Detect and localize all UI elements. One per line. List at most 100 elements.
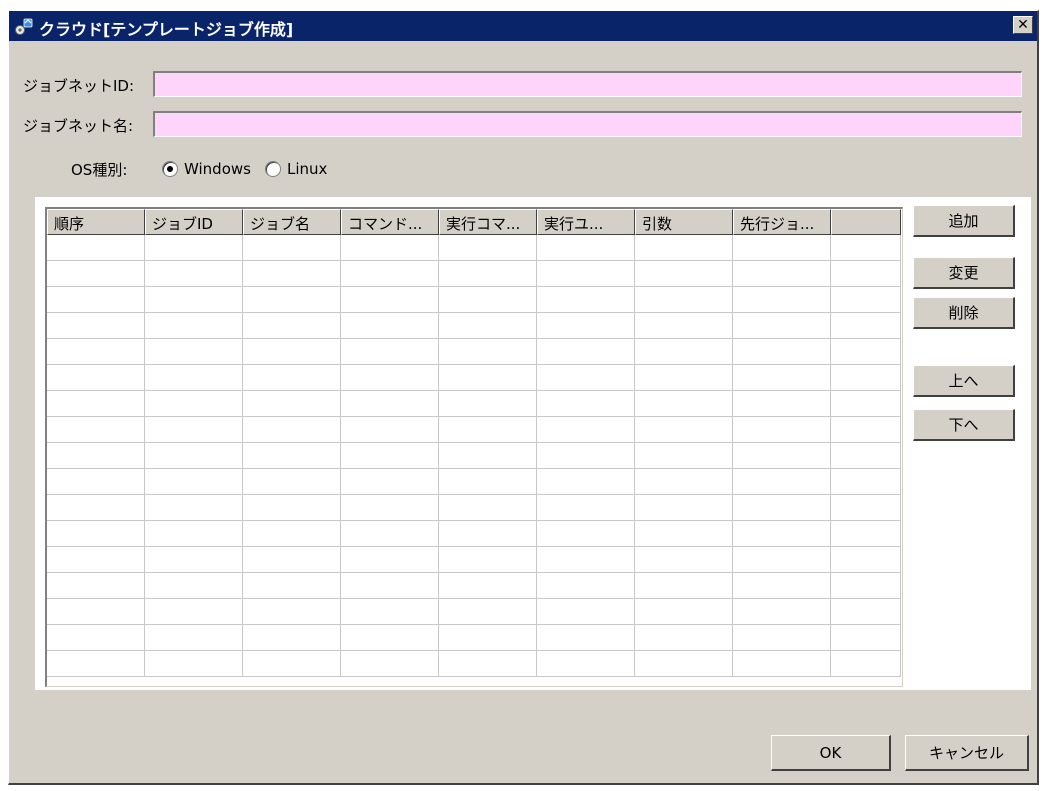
table-cell — [145, 599, 243, 625]
cancel-button[interactable]: キャンセル — [905, 735, 1029, 771]
table-cell — [733, 313, 831, 339]
table-cell — [341, 625, 439, 651]
table-cell — [635, 469, 733, 495]
table-row[interactable] — [47, 391, 902, 417]
table-cell — [47, 573, 145, 599]
jobnet-id-input[interactable] — [153, 71, 1022, 97]
jobnet-name-input[interactable] — [153, 111, 1022, 137]
delete-button[interactable]: 削除 — [913, 297, 1015, 329]
table-row[interactable] — [47, 339, 902, 365]
column-header-extra[interactable] — [831, 209, 901, 235]
table-row[interactable] — [47, 287, 902, 313]
table-cell — [243, 547, 341, 573]
table-cell — [831, 339, 901, 365]
table-cell — [47, 443, 145, 469]
table-header: 順序 ジョブID ジョブ名 コマンド... 実行コマ... 実行ユ... 引数 … — [47, 209, 902, 235]
table-cell — [47, 599, 145, 625]
table-row[interactable] — [47, 365, 902, 391]
table-cell — [145, 365, 243, 391]
table-body — [47, 235, 902, 677]
table-cell — [243, 495, 341, 521]
os-windows-radio[interactable] — [162, 160, 178, 177]
table-row[interactable] — [47, 651, 902, 677]
table-row[interactable] — [47, 235, 902, 261]
job-table[interactable]: 順序 ジョブID ジョブ名 コマンド... 実行コマ... 実行ユ... 引数 … — [45, 207, 903, 687]
os-linux-radio[interactable] — [264, 160, 281, 177]
table-cell — [733, 339, 831, 365]
table-cell — [733, 469, 831, 495]
table-cell — [439, 235, 537, 261]
os-type-radio-group: Windows Linux — [162, 159, 341, 178]
table-cell — [733, 495, 831, 521]
table-cell — [243, 287, 341, 313]
table-row[interactable] — [47, 547, 902, 573]
table-cell — [341, 469, 439, 495]
table-cell — [635, 313, 733, 339]
dialog-window: クラウド[テンプレートジョブ作成] ✕ ジョブネットID: ジョブネット名: O… — [8, 10, 1039, 785]
table-cell — [439, 339, 537, 365]
table-row[interactable] — [47, 521, 902, 547]
table-cell — [831, 443, 901, 469]
table-cell — [145, 339, 243, 365]
modify-button[interactable]: 変更 — [913, 257, 1015, 289]
table-cell — [635, 573, 733, 599]
table-cell — [733, 599, 831, 625]
table-row[interactable] — [47, 443, 902, 469]
table-cell — [341, 417, 439, 443]
table-row[interactable] — [47, 469, 902, 495]
table-cell — [537, 417, 635, 443]
table-cell — [341, 235, 439, 261]
table-row[interactable] — [47, 599, 902, 625]
column-header-exec-command[interactable]: 実行コマ... — [439, 209, 537, 235]
table-cell — [831, 235, 901, 261]
table-cell — [831, 651, 901, 677]
table-cell — [341, 261, 439, 287]
table-cell — [243, 313, 341, 339]
ok-button[interactable]: OK — [771, 735, 891, 771]
table-cell — [243, 625, 341, 651]
column-header-order[interactable]: 順序 — [47, 209, 145, 235]
column-header-exec-user[interactable]: 実行ユ... — [537, 209, 635, 235]
table-cell — [831, 313, 901, 339]
table-cell — [635, 521, 733, 547]
table-row[interactable] — [47, 495, 902, 521]
table-cell — [243, 235, 341, 261]
table-cell — [635, 365, 733, 391]
os-windows-label[interactable]: Windows — [184, 160, 251, 178]
column-header-preceding-job[interactable]: 先行ジョ... — [733, 209, 831, 235]
move-up-button[interactable]: 上へ — [913, 365, 1015, 397]
column-header-arguments[interactable]: 引数 — [635, 209, 733, 235]
table-row[interactable] — [47, 261, 902, 287]
column-header-job-name[interactable]: ジョブ名 — [243, 209, 341, 235]
table-cell — [145, 625, 243, 651]
table-cell — [47, 261, 145, 287]
title-bar[interactable]: クラウド[テンプレートジョブ作成] ✕ — [9, 11, 1037, 41]
table-cell — [831, 625, 901, 651]
table-cell — [243, 521, 341, 547]
os-linux-label[interactable]: Linux — [287, 160, 327, 178]
table-cell — [47, 235, 145, 261]
table-row[interactable] — [47, 417, 902, 443]
table-cell — [47, 521, 145, 547]
table-cell — [341, 573, 439, 599]
table-cell — [243, 651, 341, 677]
table-cell — [439, 573, 537, 599]
table-cell — [733, 235, 831, 261]
move-down-button[interactable]: 下へ — [913, 409, 1015, 441]
table-cell — [145, 443, 243, 469]
close-button[interactable]: ✕ — [1013, 16, 1033, 34]
column-header-command[interactable]: コマンド... — [341, 209, 439, 235]
table-cell — [439, 443, 537, 469]
table-row[interactable] — [47, 313, 902, 339]
table-cell — [537, 625, 635, 651]
table-cell — [439, 651, 537, 677]
table-cell — [243, 417, 341, 443]
table-row[interactable] — [47, 625, 902, 651]
table-cell — [243, 391, 341, 417]
column-header-job-id[interactable]: ジョブID — [145, 209, 243, 235]
table-cell — [341, 287, 439, 313]
table-cell — [47, 651, 145, 677]
table-row[interactable] — [47, 573, 902, 599]
add-button[interactable]: 追加 — [913, 205, 1015, 237]
table-cell — [537, 495, 635, 521]
